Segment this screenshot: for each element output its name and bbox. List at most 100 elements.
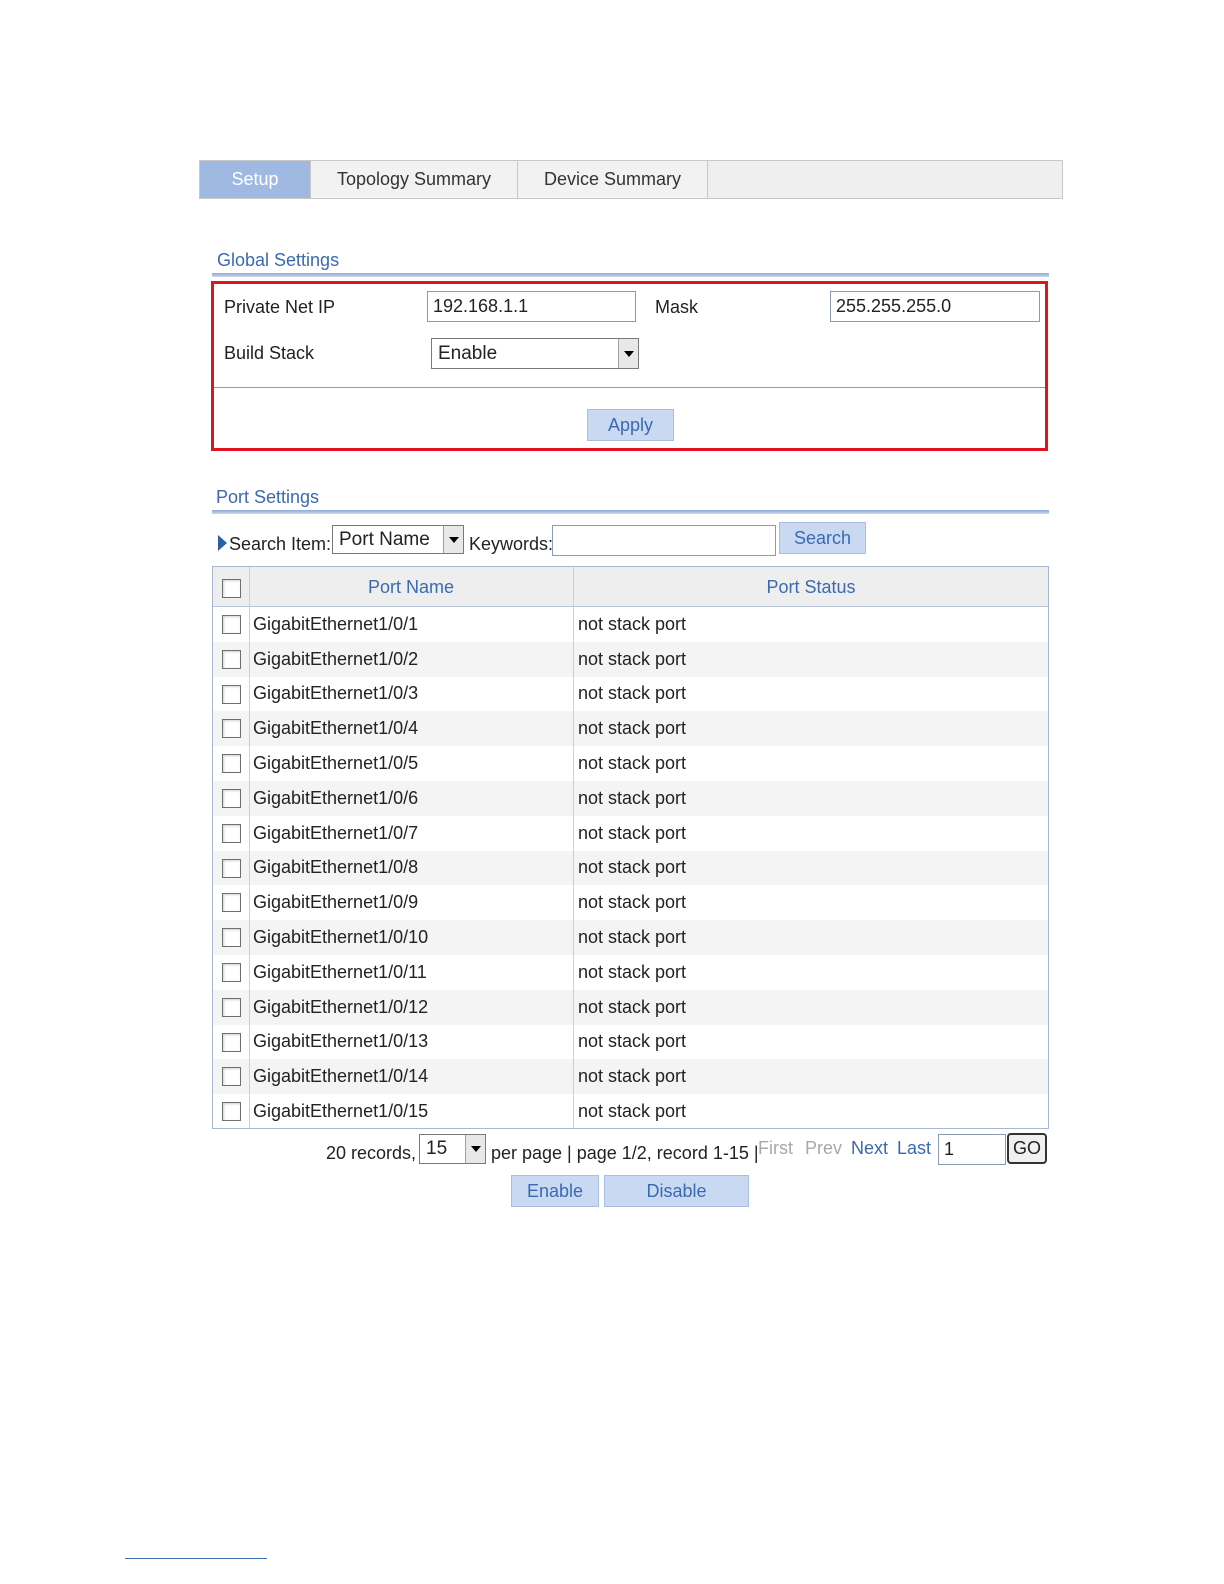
port-status-cell: not stack port [578, 787, 687, 808]
port-name-cell: GigabitEthernet1/0/8 [253, 857, 419, 878]
port-status-cell: not stack port [578, 1101, 687, 1122]
port-status-cell: not stack port [578, 648, 687, 669]
column-divider [573, 567, 574, 1128]
port-status-cell: not stack port [578, 892, 687, 913]
column-divider [249, 567, 250, 1128]
table-row[interactable]: GigabitEthernet1/0/7 not stack port [213, 816, 1048, 851]
mask-label: Mask [655, 297, 699, 317]
footnote-rule [125, 1558, 267, 1559]
apply-button[interactable]: Apply [587, 409, 674, 441]
table-row[interactable]: GigabitEthernet1/0/9 not stack port [213, 885, 1048, 920]
row-checkbox[interactable] [222, 719, 241, 739]
go-button[interactable]: GO [1007, 1133, 1047, 1164]
port-status-cell: not stack port [578, 613, 687, 634]
port-name-cell: GigabitEthernet1/0/5 [253, 753, 419, 774]
row-checkbox[interactable] [222, 963, 241, 982]
table-row[interactable]: GigabitEthernet1/0/10 not stack port [213, 920, 1048, 955]
port-name-cell: GigabitEthernet1/0/7 [253, 822, 419, 843]
row-checkbox[interactable] [222, 649, 241, 669]
port-name-cell: GigabitEthernet1/0/12 [253, 996, 429, 1017]
port-name-cell: GigabitEthernet1/0/13 [253, 1031, 429, 1052]
tab-device-summary[interactable]: Device Summary [518, 161, 708, 198]
tab-bar: Setup Topology Summary Device Summary [199, 160, 1063, 199]
search-button[interactable]: Search [779, 522, 866, 554]
next-page-link[interactable]: Next [851, 1138, 888, 1159]
chevron-down-icon[interactable] [443, 526, 463, 553]
records-count: 20 records, [326, 1143, 417, 1163]
port-name-cell: GigabitEthernet1/0/15 [253, 1101, 429, 1122]
build-stack-value: Enable [438, 342, 498, 364]
table-row[interactable]: GigabitEthernet1/0/5 not stack port [213, 746, 1048, 781]
row-checkbox[interactable] [222, 1102, 241, 1122]
port-settings-divider [212, 510, 1049, 514]
row-checkbox[interactable] [222, 754, 241, 774]
row-checkbox[interactable] [222, 928, 241, 948]
row-checkbox[interactable] [222, 615, 241, 634]
table-row[interactable]: GigabitEthernet1/0/8 not stack port [213, 850, 1048, 886]
port-name-cell: GigabitEthernet1/0/1 [253, 613, 419, 634]
table-row[interactable]: GigabitEthernet1/0/4 not stack port [213, 711, 1048, 747]
port-status-cell: not stack port [578, 753, 687, 774]
port-status-cell: not stack port [578, 683, 687, 704]
chevron-down-icon[interactable] [465, 1135, 485, 1163]
chevron-down-icon[interactable] [618, 339, 638, 368]
column-header-port-name[interactable]: Port Name [249, 567, 573, 607]
table-row[interactable]: GigabitEthernet1/0/1 not stack port [213, 607, 1048, 642]
row-checkbox[interactable] [222, 684, 241, 704]
private-ip-input[interactable]: 192.168.1.1 [427, 291, 636, 322]
search-item-select[interactable]: Port Name [332, 525, 464, 554]
last-page-link[interactable]: Last [897, 1138, 931, 1159]
global-settings-title: Global Settings [217, 250, 340, 270]
prev-page-link[interactable]: Prev [805, 1138, 842, 1159]
table-row[interactable]: GigabitEthernet1/0/12 not stack port [213, 989, 1048, 1025]
per-page-select[interactable]: 15 [419, 1134, 486, 1164]
row-checkbox[interactable] [222, 823, 241, 843]
mask-input[interactable]: 255.255.255.0 [830, 291, 1040, 322]
port-status-cell: not stack port [578, 718, 687, 739]
port-name-cell: GigabitEthernet1/0/6 [253, 787, 419, 808]
keywords-input[interactable] [552, 525, 776, 556]
port-status-cell: not stack port [578, 1066, 687, 1087]
per-page-value: 15 [426, 1138, 448, 1159]
global-settings-divider [212, 273, 1049, 277]
row-checkbox[interactable] [222, 893, 241, 913]
private-ip-label: Private Net IP [224, 297, 336, 317]
tab-setup[interactable]: Setup [200, 161, 311, 198]
port-name-cell: GigabitEthernet1/0/11 [253, 961, 427, 982]
first-page-link[interactable]: First [758, 1138, 793, 1159]
port-name-cell: GigabitEthernet1/0/4 [253, 718, 419, 739]
table-row[interactable]: GigabitEthernet1/0/11 not stack port [213, 955, 1048, 990]
table-row[interactable]: GigabitEthernet1/0/15 not stack port [213, 1094, 1048, 1129]
table-row[interactable]: GigabitEthernet1/0/3 not stack port [213, 677, 1048, 712]
page-info: per page | page 1/2, record 1-15 | [491, 1143, 759, 1163]
enable-button[interactable]: Enable [511, 1175, 599, 1207]
port-name-cell: GigabitEthernet1/0/14 [253, 1066, 429, 1087]
tab-topology-summary[interactable]: Topology Summary [311, 161, 518, 198]
table-row[interactable]: GigabitEthernet1/0/14 not stack port [213, 1059, 1048, 1095]
panel-divider [214, 387, 1045, 388]
build-stack-label: Build Stack [224, 343, 315, 363]
row-checkbox[interactable] [222, 1067, 241, 1087]
row-checkbox[interactable] [222, 858, 241, 878]
port-status-cell: not stack port [578, 961, 687, 982]
table-row[interactable]: GigabitEthernet1/0/2 not stack port [213, 641, 1048, 677]
port-status-cell: not stack port [578, 1031, 687, 1052]
row-checkbox[interactable] [222, 997, 241, 1017]
port-name-cell: GigabitEthernet1/0/2 [253, 648, 419, 669]
port-status-cell: not stack port [578, 996, 687, 1017]
row-checkbox[interactable] [222, 1032, 241, 1052]
disable-button[interactable]: Disable [604, 1175, 749, 1207]
select-all-checkbox[interactable] [222, 579, 241, 598]
column-header-port-status[interactable]: Port Status [574, 567, 1048, 607]
keywords-label: Keywords: [469, 534, 554, 554]
table-header: Port Name Port Status [213, 567, 1048, 607]
row-checkbox[interactable] [222, 789, 241, 808]
table-row[interactable]: GigabitEthernet1/0/13 not stack port [213, 1025, 1048, 1060]
table-row[interactable]: GigabitEthernet1/0/6 not stack port [213, 781, 1048, 816]
page-number-input[interactable]: 1 [938, 1134, 1006, 1165]
global-settings-panel: Private Net IP 192.168.1.1 Mask 255.255.… [211, 281, 1048, 451]
port-status-cell: not stack port [578, 857, 687, 878]
port-name-cell: GigabitEthernet1/0/3 [253, 683, 419, 704]
search-item-label: Search Item: [229, 534, 332, 554]
build-stack-select[interactable]: Enable [431, 338, 639, 369]
